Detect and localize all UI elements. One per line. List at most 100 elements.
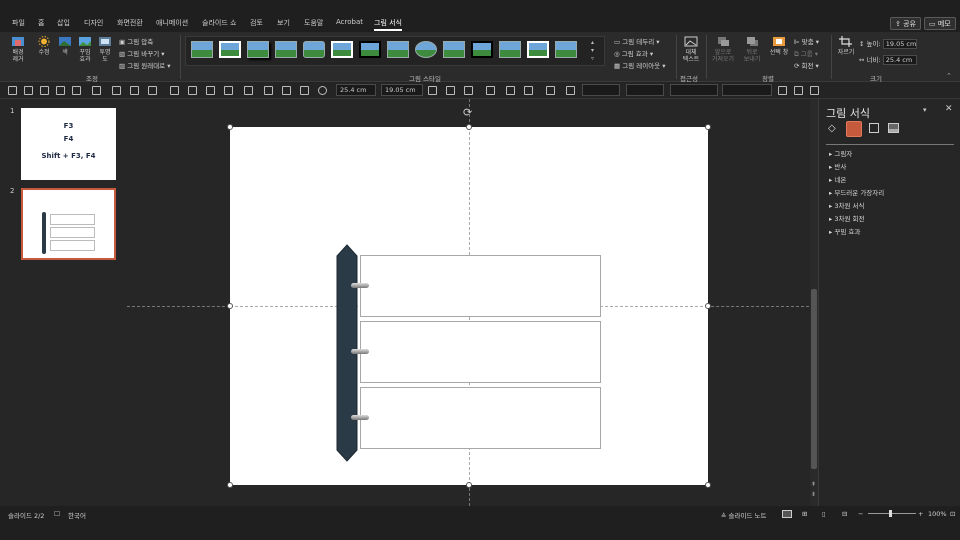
resize-handle[interactable]	[227, 482, 233, 488]
zoom-in-icon[interactable]: +	[918, 510, 923, 518]
toolbar-height-field[interactable]: 19.05 cm	[381, 84, 423, 96]
picture-effects-button[interactable]: ◎ 그림 효과 ▾	[614, 48, 653, 58]
tab-home[interactable]: 홈	[38, 18, 44, 28]
next-slide-icon[interactable]: ⇟	[811, 491, 816, 498]
zoom-slider-thumb[interactable]	[889, 510, 892, 517]
alt-text-button[interactable]: 대체 텍스트	[680, 36, 702, 63]
content-card[interactable]	[360, 321, 601, 383]
toolbar-icon[interactable]	[282, 86, 291, 95]
fit-slide-icon[interactable]: ⊡	[950, 510, 955, 518]
resize-handle[interactable]	[466, 482, 472, 488]
tab-design[interactable]: 디자인	[84, 18, 103, 28]
prev-slide-icon[interactable]: ⇞	[811, 481, 816, 488]
tab-review[interactable]: 검토	[250, 18, 263, 28]
compress-pictures-button[interactable]: ▣ 그림 압축	[119, 36, 153, 46]
style-thumb[interactable]	[247, 41, 269, 58]
toolbar-icon[interactable]	[810, 86, 819, 95]
artistic-effects-button[interactable]: 꾸밈 효과	[76, 36, 94, 63]
effects-tab-icon[interactable]	[846, 121, 862, 137]
tab-picture-format[interactable]: 그림 서식	[374, 18, 402, 31]
style-thumb[interactable]	[415, 41, 437, 58]
slide-canvas[interactable]: ⟳	[227, 106, 711, 488]
style-thumb[interactable]	[191, 41, 213, 58]
toolbar-icon[interactable]	[8, 86, 17, 95]
font-size-dropdown[interactable]	[722, 84, 772, 96]
line-weight-icon[interactable]	[464, 86, 473, 95]
notes-button[interactable]: ≙ 슬라이드 노트	[721, 510, 766, 520]
toolbar-icon[interactable]	[56, 86, 65, 95]
line-color-icon[interactable]	[446, 86, 455, 95]
toolbar-icon[interactable]	[778, 86, 787, 95]
tab-file[interactable]: 파일	[12, 18, 25, 28]
tab-help[interactable]: 도움말	[304, 18, 323, 28]
color-button[interactable]: 색	[56, 36, 74, 56]
send-backward-button[interactable]: 뒤로 보내기	[740, 36, 764, 63]
align-button[interactable]: ⊫ 맞춤 ▾	[794, 36, 819, 46]
toolbar-icon[interactable]	[24, 86, 33, 95]
toolbar-icon[interactable]	[566, 86, 575, 95]
reset-picture-button[interactable]: ▨ 그림 원래대로 ▾	[119, 60, 171, 70]
slide-thumbnail-2[interactable]	[21, 188, 116, 260]
remove-background-button[interactable]: 배경 제거	[8, 36, 28, 63]
resize-handle[interactable]	[227, 124, 233, 130]
selection-pane-button[interactable]: 선택 창	[767, 36, 791, 56]
style-thumb[interactable]	[527, 41, 549, 58]
vertical-scrollbar[interactable]: ⇞ ⇟	[810, 99, 818, 506]
slide-sorter-icon[interactable]: ⊞	[802, 510, 807, 518]
close-icon[interactable]: ✕	[945, 104, 953, 114]
toolbar-icon[interactable]	[794, 86, 803, 95]
format-item-soft-edges[interactable]: ▸ 부드러운 가장자리	[829, 187, 884, 197]
bring-forward-button[interactable]: 앞으로 가져오기	[710, 36, 736, 63]
tab-animations[interactable]: 애니메이션	[156, 18, 188, 28]
toolbar-icon[interactable]	[506, 86, 515, 95]
style-thumb[interactable]	[275, 41, 297, 58]
tab-acrobat[interactable]: Acrobat	[336, 18, 363, 26]
style-thumb[interactable]	[331, 41, 353, 58]
font-dropdown[interactable]	[670, 84, 718, 96]
spellcheck-icon[interactable]: ☐	[54, 510, 60, 518]
width-input[interactable]: 25.4 cm	[882, 55, 917, 65]
toolbar-width-field[interactable]: 25.4 cm	[336, 84, 376, 96]
fill-line-icon[interactable]: ◇	[828, 123, 836, 134]
toolbar-icon[interactable]	[112, 86, 121, 95]
size-properties-icon[interactable]	[869, 123, 879, 133]
tab-insert[interactable]: 삽입	[57, 18, 70, 28]
crop-button[interactable]: 자르기	[835, 36, 857, 56]
picture-border-button[interactable]: ▭ 그림 테두리 ▾	[614, 36, 660, 46]
toolbar-icon[interactable]	[264, 86, 273, 95]
rotate-button[interactable]: ⟳ 회전 ▾	[794, 60, 819, 70]
group-button[interactable]: ⧉ 그룹 ▾	[794, 48, 818, 59]
zoom-level[interactable]: 100%	[928, 510, 947, 518]
content-card[interactable]	[360, 255, 601, 317]
resize-handle[interactable]	[705, 124, 711, 130]
style-thumb[interactable]	[555, 41, 577, 58]
format-item-reflection[interactable]: ▸ 반사	[829, 161, 846, 171]
gallery-scroll-icon[interactable]: ▴ ▾ ▿	[591, 39, 594, 63]
scrollbar-thumb[interactable]	[811, 289, 817, 469]
style-thumb[interactable]	[471, 41, 493, 58]
resize-handle[interactable]	[705, 482, 711, 488]
toolbar-icon[interactable]	[148, 86, 157, 95]
picture-layout-button[interactable]: ▦ 그림 레이아웃 ▾	[614, 60, 666, 70]
style-thumb[interactable]	[359, 41, 381, 58]
change-picture-button[interactable]: ▧ 그림 바꾸기 ▾	[119, 48, 165, 58]
zoom-out-icon[interactable]: −	[858, 510, 863, 518]
fill-color-icon[interactable]	[428, 86, 437, 95]
toolbar-icon[interactable]	[170, 86, 179, 95]
height-input[interactable]: 19.05 cm	[882, 39, 917, 49]
toolbar-icon[interactable]	[524, 86, 533, 95]
rotate-handle-icon[interactable]: ⟳	[463, 106, 472, 119]
toolbar-icon[interactable]	[130, 86, 139, 95]
toolbar-empty-field[interactable]	[626, 84, 664, 96]
toolbar-icon[interactable]	[224, 86, 233, 95]
toolbar-icon[interactable]	[300, 86, 309, 95]
format-item-artistic-effects[interactable]: ▸ 꾸밈 효과	[829, 226, 860, 236]
style-thumb[interactable]	[219, 41, 241, 58]
toolbar-icon[interactable]	[486, 86, 495, 95]
style-thumb[interactable]	[387, 41, 409, 58]
style-thumb[interactable]	[303, 41, 325, 58]
toolbar-icon[interactable]	[188, 86, 197, 95]
language-indicator[interactable]: 한국어	[68, 510, 86, 520]
tab-slideshow[interactable]: 슬라이드 쇼	[202, 18, 236, 28]
pane-options-icon[interactable]: ▾	[923, 106, 927, 114]
